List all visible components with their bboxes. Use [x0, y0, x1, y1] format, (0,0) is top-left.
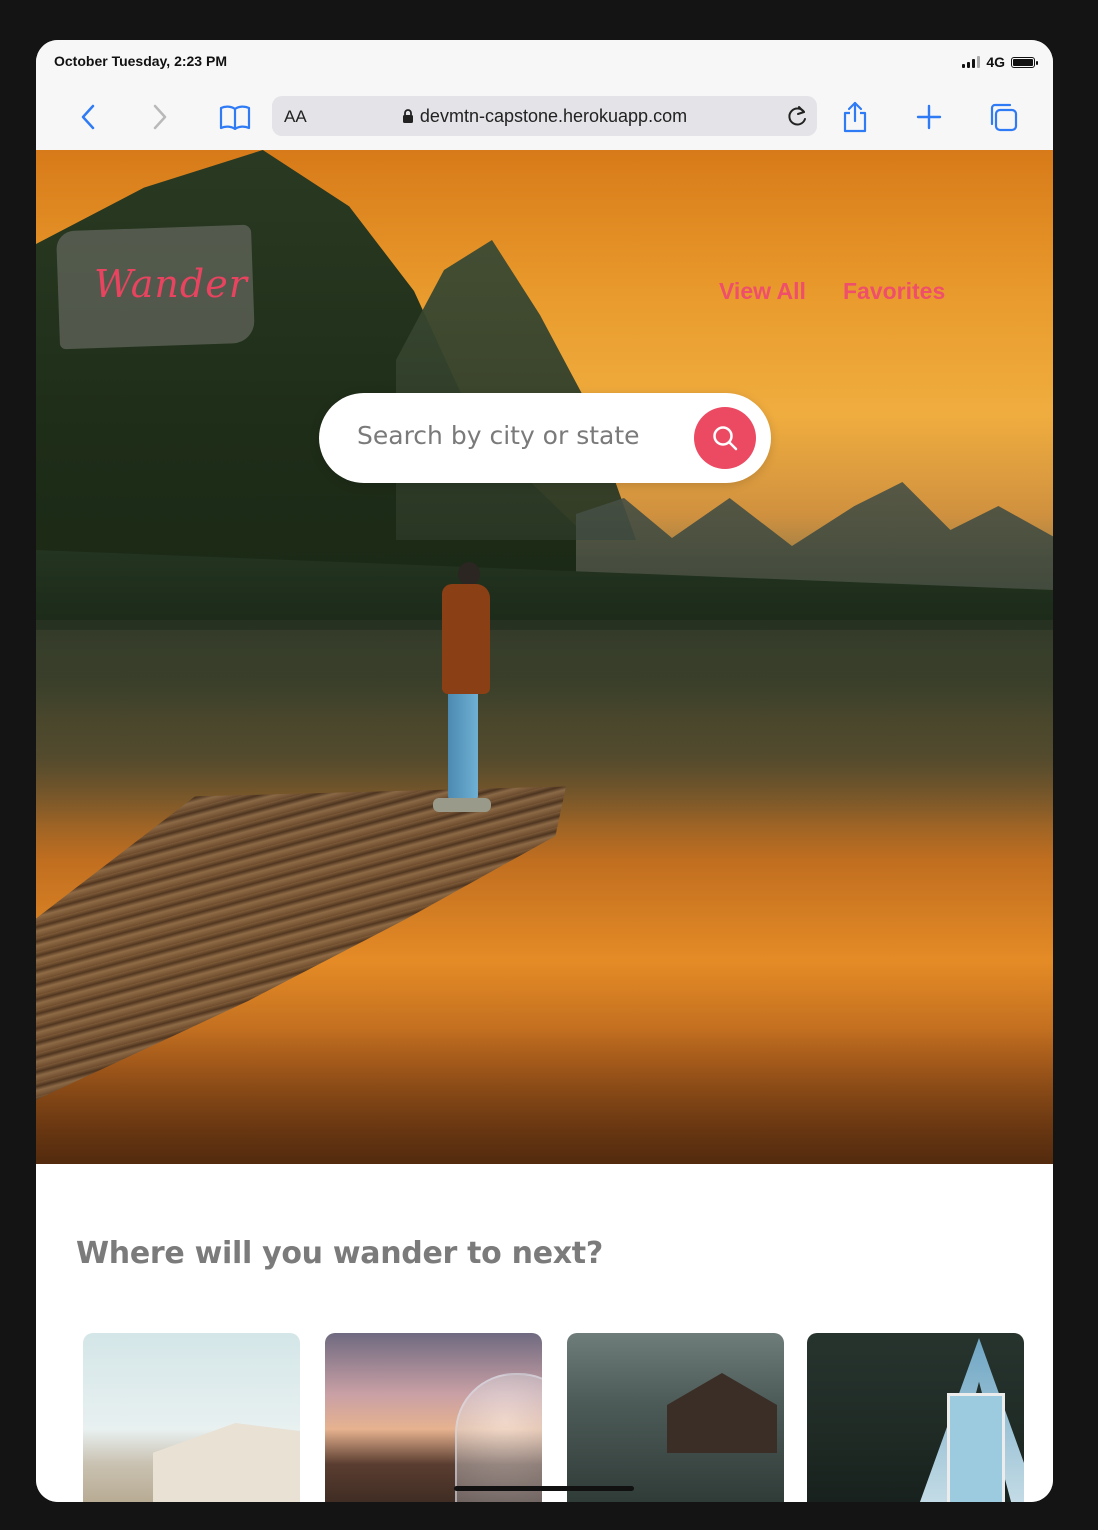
share-button[interactable]: [835, 99, 875, 135]
url-display[interactable]: devmtn-capstone.herokuapp.com: [272, 106, 817, 127]
cellular-signal-icon: [962, 56, 981, 68]
section-heading: Where will you wander to next?: [76, 1236, 603, 1271]
reload-icon: [788, 106, 806, 126]
tabs-icon: [990, 103, 1018, 132]
bookmarks-icon: [219, 105, 251, 130]
site-logo[interactable]: Wander: [94, 262, 248, 306]
share-icon: [843, 101, 867, 133]
destination-card-treehouse[interactable]: [567, 1333, 784, 1502]
status-bar: October Tuesday, 2:23 PM 4G: [36, 40, 1053, 84]
status-indicators: 4G: [962, 54, 1038, 70]
nav-favorites[interactable]: Favorites: [843, 278, 945, 305]
bookmarks-button[interactable]: [215, 99, 255, 135]
search-button[interactable]: [694, 407, 756, 469]
tablet-screen: October Tuesday, 2:23 PM 4G AA devmtn-ca…: [36, 40, 1053, 1502]
search-bar: [319, 393, 771, 483]
url-text: devmtn-capstone.herokuapp.com: [419, 106, 688, 126]
tabs-overview-button[interactable]: [983, 99, 1023, 135]
battery-icon: [1011, 56, 1038, 68]
forward-icon: [153, 104, 167, 130]
search-icon: [713, 426, 738, 451]
status-time: October Tuesday, 2:23 PM: [54, 53, 227, 69]
destination-card-dome[interactable]: [325, 1333, 542, 1502]
new-tab-icon: [916, 104, 942, 130]
home-indicator[interactable]: [454, 1486, 634, 1491]
hero-image: Wander View All Favorites: [36, 150, 1053, 1164]
network-type: 4G: [986, 54, 1005, 70]
reload-button[interactable]: [785, 103, 809, 134]
back-button[interactable]: [68, 99, 108, 135]
back-icon: [81, 104, 95, 130]
nav-view-all[interactable]: View All: [719, 278, 806, 305]
lock-icon: [402, 109, 413, 123]
hero-person: [428, 562, 498, 817]
search-input[interactable]: [357, 421, 677, 450]
new-tab-button[interactable]: [909, 99, 949, 135]
forward-button[interactable]: [140, 99, 180, 135]
destinations-section: Where will you wander to next?: [36, 1164, 1053, 1502]
browser-toolbar: AA devmtn-capstone.herokuapp.com: [36, 84, 1053, 151]
destination-card-a-frame[interactable]: [807, 1333, 1024, 1502]
address-bar[interactable]: AA devmtn-capstone.herokuapp.com: [272, 96, 817, 136]
hero-mountain-peak: [396, 240, 636, 540]
destination-card-van[interactable]: [83, 1333, 300, 1502]
